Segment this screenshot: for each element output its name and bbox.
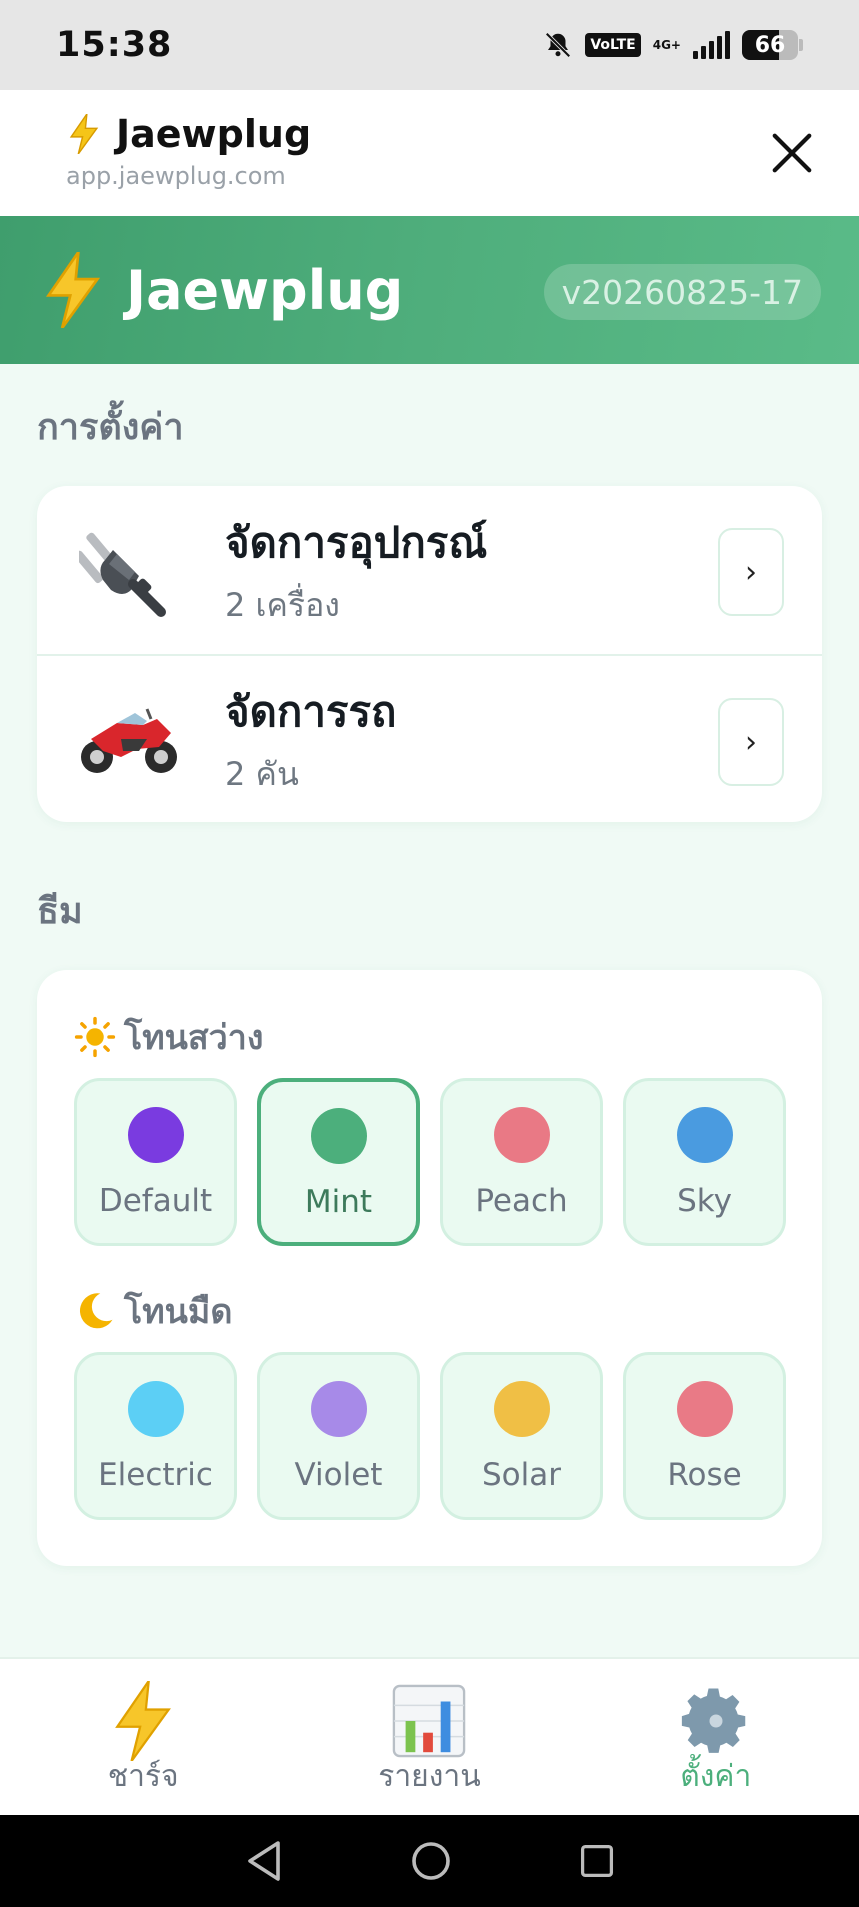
theme-swatch-default[interactable]: Default [74,1078,237,1246]
nav-item-settings[interactable]: ตั้งค่า [573,1659,859,1815]
moon-icon [79,1293,113,1329]
swatch-color-dot [493,1107,550,1163]
nav-label-charge: ชาร์จ [107,1759,179,1794]
swatch-color-dot [310,1381,367,1437]
swatch-label: Peach [475,1183,568,1219]
vehicles-chevron-button[interactable]: › [718,698,784,786]
status-bar: 15:38 VoLTE 4G+ 66 [0,0,859,90]
browser-title: Jaewplug [116,112,312,156]
app-header: Jaewplug v20260825-17 [0,216,859,364]
app-title: Jaewplug [126,258,404,322]
browser-url: app.jaewplug.com [66,162,286,190]
swatch-label: Sky [677,1183,732,1219]
swatch-label: Electric [98,1457,213,1493]
browser-bar: Jaewplug app.jaewplug.com [0,90,859,216]
android-nav-bar [0,1815,859,1907]
swatch-label: Violet [294,1457,383,1493]
lightning-icon [69,114,99,154]
menu-sub-devices: 2 เครื่อง [225,585,340,624]
theme-section-title: ธีม [37,891,83,932]
dark-theme-title: โทนมืด [74,1284,232,1338]
signal-icon [693,31,730,59]
status-time: 15:38 [56,25,173,65]
nav-item-report[interactable]: รายงาน [286,1659,572,1815]
theme-swatch-rose[interactable]: Rose [623,1352,786,1520]
nav-label-report: รายงาน [378,1759,481,1794]
theme-swatch-electric[interactable]: Electric [74,1352,237,1520]
menu-sub-vehicles: 2 คัน [225,754,299,793]
dark-theme-label: โทนมืด [124,1292,233,1332]
light-theme-label: โทนสว่าง [124,1018,264,1058]
swatch-label: Mint [304,1184,373,1220]
swatch-color-dot [676,1107,733,1163]
lightning-icon [45,252,101,328]
back-icon[interactable] [244,1839,284,1883]
sun-icon [74,1016,116,1058]
swatch-label: Solar [482,1457,561,1493]
nav-label-settings: ตั้งค่า [680,1759,752,1794]
browser-title-row: Jaewplug [66,112,793,156]
theme-swatch-peach[interactable]: Peach [440,1078,603,1246]
light-theme-title: โทนสว่าง [74,1010,263,1064]
swatch-color-dot [127,1381,184,1437]
theme-swatch-sky[interactable]: Sky [623,1078,786,1246]
bottom-nav: ชาร์จ รายงาน ตั้งค่า [0,1657,859,1815]
bar-chart-icon [389,1681,469,1761]
screen: 15:38 VoLTE 4G+ 66 Jaewplug app.jaewplug… [0,0,859,1907]
swatch-color-dot [310,1108,367,1164]
lightning-icon [103,1681,183,1761]
light-swatch-row: Default Mint Peach Sky [74,1078,786,1246]
menu-item-vehicles[interactable]: จัดการรถ 2 คัน › [37,654,822,822]
settings-card: จัดการอุปกรณ์ 2 เครื่อง › จัดการรถ 2 คัน [37,486,822,822]
recents-icon[interactable] [579,1843,615,1879]
menu-label-vehicles: จัดการรถ [225,686,397,736]
theme-card: โทนสว่าง Default Mint Peach Sky โทนมืด E… [37,970,822,1566]
plug-icon [77,518,181,622]
swatch-color-dot [127,1107,184,1163]
theme-swatch-solar[interactable]: Solar [440,1352,603,1520]
settings-section-title: การตั้งค่า [37,407,184,448]
network-label: 4G+ [652,38,681,52]
status-icons: VoLTE 4G+ 66 [543,30,803,60]
bell-off-icon [545,32,571,58]
dark-swatch-row: Electric Violet Solar Rose [74,1352,786,1520]
theme-swatch-mint[interactable]: Mint [257,1078,420,1246]
home-icon[interactable] [411,1841,451,1881]
menu-label-devices: จัดการอุปกรณ์ [225,517,488,567]
gear-icon [676,1681,756,1761]
swatch-color-dot [676,1381,733,1437]
menu-item-devices[interactable]: จัดการอุปกรณ์ 2 เครื่อง › [37,486,822,654]
battery-level: 66 [754,32,786,58]
swatch-label: Rose [667,1457,742,1493]
volte-badge: VoLTE [585,33,641,57]
devices-chevron-button[interactable]: › [718,528,784,616]
swatch-color-dot [493,1381,550,1437]
theme-swatch-violet[interactable]: Violet [257,1352,420,1520]
motorcycle-icon [77,687,181,791]
battery-icon: 66 [742,30,803,60]
close-icon[interactable] [769,130,815,176]
version-badge: v20260825-17 [543,264,821,320]
nav-item-charge[interactable]: ชาร์จ [0,1659,286,1815]
swatch-label: Default [98,1183,213,1219]
